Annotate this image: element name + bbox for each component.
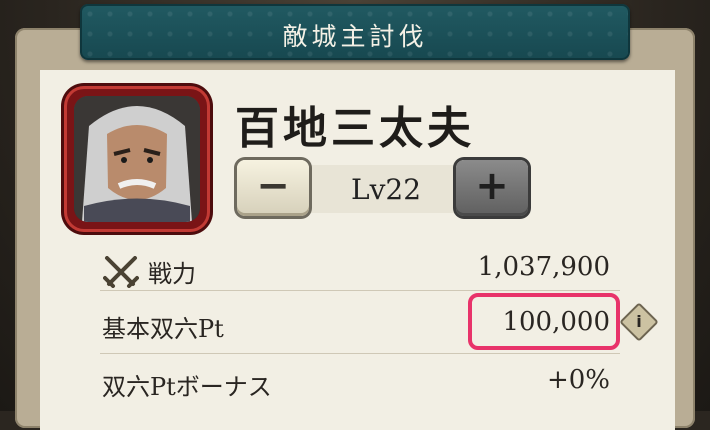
title-banner: 敵城主討伐 bbox=[80, 4, 630, 60]
stat-power-label: 戦力 bbox=[148, 260, 196, 288]
level-display: Lv22 bbox=[310, 165, 462, 213]
info-icon: i bbox=[636, 312, 642, 331]
stat-bonus-label: 双六Ptボーナス bbox=[102, 373, 272, 401]
level-label: Lv22 bbox=[350, 173, 422, 206]
page-title: 敵城主討伐 bbox=[282, 22, 428, 51]
stat-power-value: 1,037,900 bbox=[477, 252, 610, 282]
stat-base-pt-label: 基本双六Pt bbox=[102, 315, 224, 343]
minus-icon: − bbox=[256, 163, 290, 209]
commander-portrait-frame[interactable] bbox=[64, 86, 210, 232]
commander-name: 百地三太夫 bbox=[235, 103, 475, 154]
stat-bonus-value: +0% bbox=[546, 365, 610, 395]
base-pt-highlight bbox=[468, 293, 620, 350]
stat-divider bbox=[100, 353, 620, 354]
commander-portrait-image bbox=[74, 96, 200, 222]
level-increase-button[interactable]: + bbox=[456, 160, 528, 216]
crossed-swords-icon bbox=[103, 256, 139, 288]
stat-divider bbox=[100, 290, 620, 291]
commander-portrait bbox=[74, 96, 200, 222]
plus-icon: + bbox=[475, 163, 509, 209]
level-decrease-button[interactable]: − bbox=[237, 160, 309, 216]
